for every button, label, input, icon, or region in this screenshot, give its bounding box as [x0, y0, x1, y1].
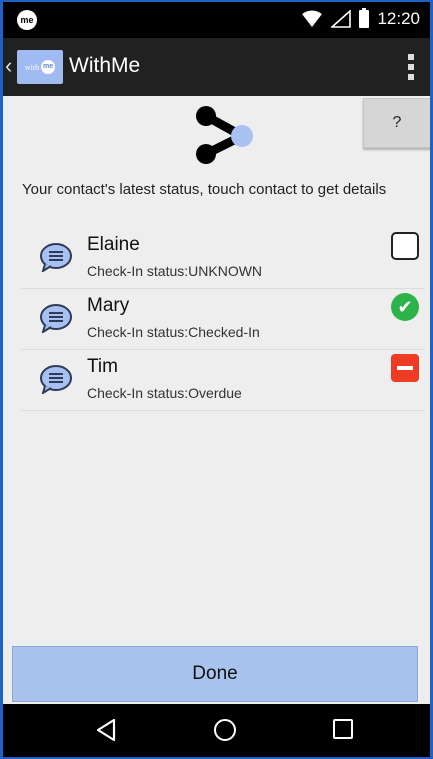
contact-status: Check-In status:Overdue: [87, 385, 242, 401]
contact-status: Check-In status:UNKNOWN: [87, 263, 263, 279]
nav-recents-icon[interactable]: [333, 719, 353, 739]
share-icon: [196, 106, 253, 164]
logo-text-with: with: [24, 62, 40, 72]
app-title: WithMe: [69, 54, 141, 77]
empty-box-icon: [391, 232, 419, 260]
nav-back-icon[interactable]: [95, 718, 117, 742]
instructions-text: Your contact's latest status, touch cont…: [22, 181, 387, 198]
chat-bubble-icon: [40, 243, 72, 272]
contact-status: Check-In status:Checked-In: [87, 324, 260, 340]
app-notification-icon: me: [17, 10, 37, 30]
app-screen: me 12:20 ‹ with me WithMe ? Your contact…: [0, 0, 433, 759]
status-bar: me 12:20: [3, 2, 430, 38]
wifi-icon: [302, 10, 323, 27]
chat-bubble-icon: [40, 365, 72, 394]
nav-home-icon[interactable]: [214, 719, 236, 741]
contact-name: Mary: [87, 295, 130, 316]
contact-list: Elaine Check-In status:UNKNOWN Mary Chec…: [21, 228, 425, 411]
logo-text-me: me: [41, 60, 56, 74]
app-logo[interactable]: with me: [17, 50, 63, 84]
contact-row-tim[interactable]: Tim Check-In status:Overdue: [21, 350, 425, 411]
overflow-menu-icon[interactable]: [408, 54, 414, 80]
help-button[interactable]: ?: [363, 98, 430, 148]
contact-name: Elaine: [87, 234, 140, 255]
signal-icon: [331, 10, 352, 28]
clock: 12:20: [377, 9, 420, 28]
battery-icon: [359, 8, 370, 28]
contact-row-mary[interactable]: Mary Check-In status:Checked-In ✔: [21, 289, 425, 350]
chat-bubble-icon: [40, 304, 72, 333]
contact-row-elaine[interactable]: Elaine Check-In status:UNKNOWN: [21, 228, 425, 289]
app-bar: ‹ with me WithMe: [3, 38, 430, 96]
contact-name: Tim: [87, 356, 118, 377]
navigation-bar: [3, 704, 430, 757]
green-check-icon: ✔: [391, 293, 419, 321]
done-button[interactable]: Done: [12, 646, 418, 702]
status-bar-right: 12:20: [301, 8, 420, 29]
back-chevron-icon[interactable]: ‹: [5, 54, 12, 78]
red-minus-icon: [391, 354, 419, 382]
